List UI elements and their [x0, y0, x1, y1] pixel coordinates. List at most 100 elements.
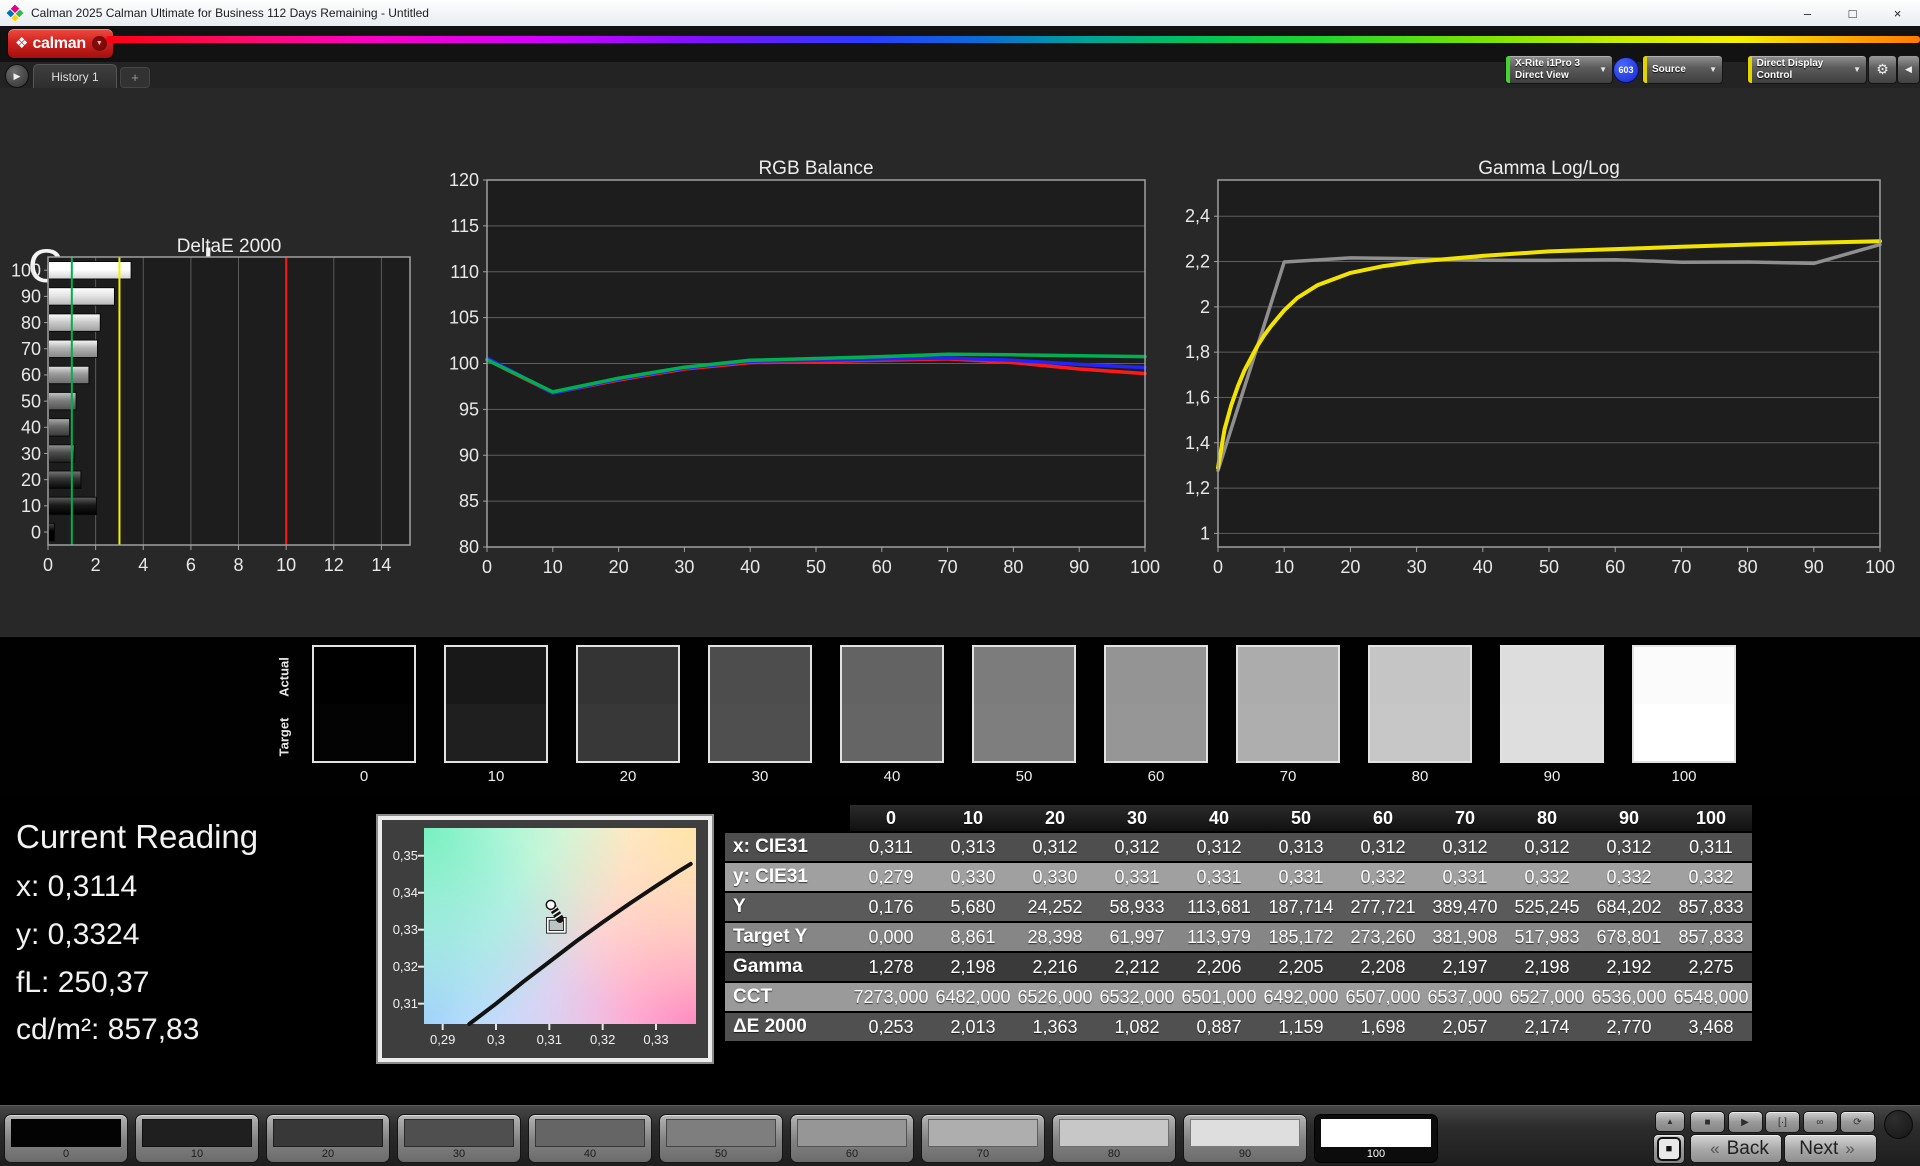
settings-button[interactable]: ⚙ — [1868, 55, 1897, 84]
pattern-button-10[interactable]: 10 — [135, 1114, 259, 1163]
pattern-button-0[interactable]: 0 — [4, 1114, 128, 1163]
maximize-button[interactable]: □ — [1830, 0, 1875, 26]
swatch-actual — [710, 647, 810, 704]
table-cell: 273,260 — [1342, 923, 1424, 951]
gamma-loglog-chart: Gamma Log/Log 1 1,2 1,4 1,6 1,8 2 2,2 2,4 0 10 20 30… — [1185, 158, 1895, 577]
cie-x-tick-label: 0,33 — [643, 1032, 669, 1047]
swatch-40 — [840, 645, 944, 763]
cie-y-tick-label: 0,33 — [392, 921, 418, 937]
display-control-dropdown[interactable]: Direct Display Control ▼ — [1747, 55, 1867, 84]
svg-text:70: 70 — [21, 339, 41, 359]
repeat-button[interactable]: ⟳ — [1840, 1111, 1875, 1133]
svg-text:70: 70 — [1671, 557, 1691, 577]
display-status-bar — [1748, 56, 1752, 83]
back-button[interactable]: « Back — [1690, 1134, 1782, 1163]
swatch-target — [446, 704, 546, 761]
svg-text:100: 100 — [11, 261, 41, 281]
table-col-header: 0 — [850, 805, 932, 831]
play-icon: ▶ — [13, 70, 21, 81]
table-cell: 0,312 — [1342, 833, 1424, 861]
svg-text:60: 60 — [1605, 557, 1625, 577]
pattern-button-90[interactable]: 90 — [1183, 1114, 1307, 1163]
pattern-label: 10 — [190, 1148, 204, 1160]
step-button[interactable]: [·] — [1765, 1111, 1800, 1133]
svg-text:80: 80 — [21, 313, 41, 333]
collapse-panel-button[interactable]: ◀ — [1897, 55, 1920, 84]
tab-history-1[interactable]: History 1 — [33, 64, 117, 89]
svg-text:85: 85 — [459, 491, 479, 511]
pattern-label: 70 — [976, 1148, 990, 1160]
pattern-label: 30 — [452, 1148, 466, 1160]
swatch-target — [974, 704, 1074, 761]
svg-text:95: 95 — [459, 399, 479, 419]
source-status-bar — [1643, 56, 1647, 83]
pattern-button-70[interactable]: 70 — [921, 1114, 1045, 1163]
swatch-actual — [1502, 647, 1602, 704]
stop-button[interactable]: ■ — [1690, 1111, 1725, 1133]
svg-text:80: 80 — [459, 537, 479, 557]
table-col-header: 40 — [1178, 805, 1260, 831]
swatch-90 — [1500, 645, 1604, 763]
pattern-button-30[interactable]: 30 — [397, 1114, 521, 1163]
table-cell: 2,275 — [1670, 953, 1752, 981]
step-icon: [·] — [1778, 1116, 1787, 1128]
cie-y-tick-label: 0,32 — [392, 958, 418, 974]
table-cell: 684,202 — [1588, 893, 1670, 921]
pattern-button-20[interactable]: 20 — [266, 1114, 390, 1163]
svg-text:60: 60 — [21, 365, 41, 385]
table-cell: 0,332 — [1670, 863, 1752, 891]
infinity-button[interactable]: ∞ — [1802, 1111, 1838, 1133]
svg-text:10: 10 — [21, 496, 41, 516]
table-cell: 2,197 — [1424, 953, 1506, 981]
next-button[interactable]: Next » — [1784, 1134, 1877, 1163]
table-col-header: 20 — [1014, 805, 1096, 831]
pattern-window-button[interactable]: ■ — [1653, 1134, 1685, 1164]
table-cell: 0,312 — [1178, 833, 1260, 861]
pattern-button-50[interactable]: 50 — [659, 1114, 783, 1163]
minimize-button[interactable]: – — [1785, 0, 1830, 26]
swatch-target — [314, 704, 414, 761]
table-row: y: CIE31 0,279 0,330 0,330 0,331 0,331 0,331 0,… — [725, 863, 1752, 891]
pattern-button-40[interactable]: 40 — [528, 1114, 652, 1163]
table-row: Target Y 0,000 8,861 28,398 61,997 113,979 185… — [725, 923, 1752, 951]
svg-text:0: 0 — [43, 555, 53, 575]
play-button[interactable]: ▶ — [1727, 1111, 1763, 1133]
meter-dropdown[interactable]: X-Rite i1Pro 3 Direct View ▼ — [1505, 55, 1613, 84]
calman-menu-button[interactable]: ❖ calman ▼ — [8, 29, 113, 58]
table-cell: 0,331 — [1096, 863, 1178, 891]
pattern-button-60[interactable]: 60 — [790, 1114, 914, 1163]
status-indicator — [1884, 1110, 1913, 1139]
close-button[interactable]: × — [1875, 0, 1920, 26]
chevron-left-icon: ◀ — [1905, 64, 1912, 74]
table-cell: 0,331 — [1260, 863, 1342, 891]
swatch-label: 50 — [1015, 768, 1033, 785]
table-row-label: Gamma Log/Log — [725, 953, 850, 1005]
pattern-button-80[interactable]: 80 — [1052, 1114, 1176, 1163]
source-dropdown[interactable]: Source ▼ — [1642, 55, 1723, 84]
add-tab-button[interactable]: + — [120, 67, 150, 88]
table-cell: 0,311 — [1670, 833, 1752, 861]
pattern-button-100[interactable]: 100 — [1314, 1114, 1438, 1163]
measurement-table: 0 10 20 30 40 50 60 70 80 90 100 x: CIE31 0,311 0,313… — [725, 805, 1752, 1043]
table-row: CCT 7273,000 6482,000 6526,000 6532,000 6501,… — [725, 983, 1752, 1011]
svg-text:8: 8 — [234, 555, 244, 575]
table-cell: 0,332 — [1342, 863, 1424, 891]
svg-text:2: 2 — [1200, 297, 1210, 317]
swatch-actual — [314, 647, 414, 704]
table-cell: 58,933 — [1096, 893, 1178, 921]
table-row: ΔE 2000 0,253 2,013 1,363 1,082 0,887 1,159 1,6… — [725, 1013, 1752, 1041]
tab-scroll-button[interactable]: ▶ — [5, 64, 29, 88]
tab-label: History 1 — [51, 70, 99, 84]
table-cell: 857,833 — [1670, 923, 1752, 951]
logo-row: ❖ calman ▼ — [0, 26, 1920, 62]
swatch-actual — [446, 647, 546, 704]
swatch-50 — [972, 645, 1076, 763]
swatch-actual — [1106, 647, 1206, 704]
table-cell: 0,887 — [1178, 1013, 1260, 1041]
charts-panel: Grayscale DeltaE 20001009080706050403020… — [0, 88, 1920, 709]
table-cell: 28,398 — [1014, 923, 1096, 951]
svg-text:40: 40 — [21, 418, 41, 438]
table-cell: 2,216 — [1014, 953, 1096, 981]
pattern-scroll-up-button[interactable]: ▲ — [1655, 1111, 1685, 1132]
pattern-swatch — [1059, 1119, 1169, 1147]
